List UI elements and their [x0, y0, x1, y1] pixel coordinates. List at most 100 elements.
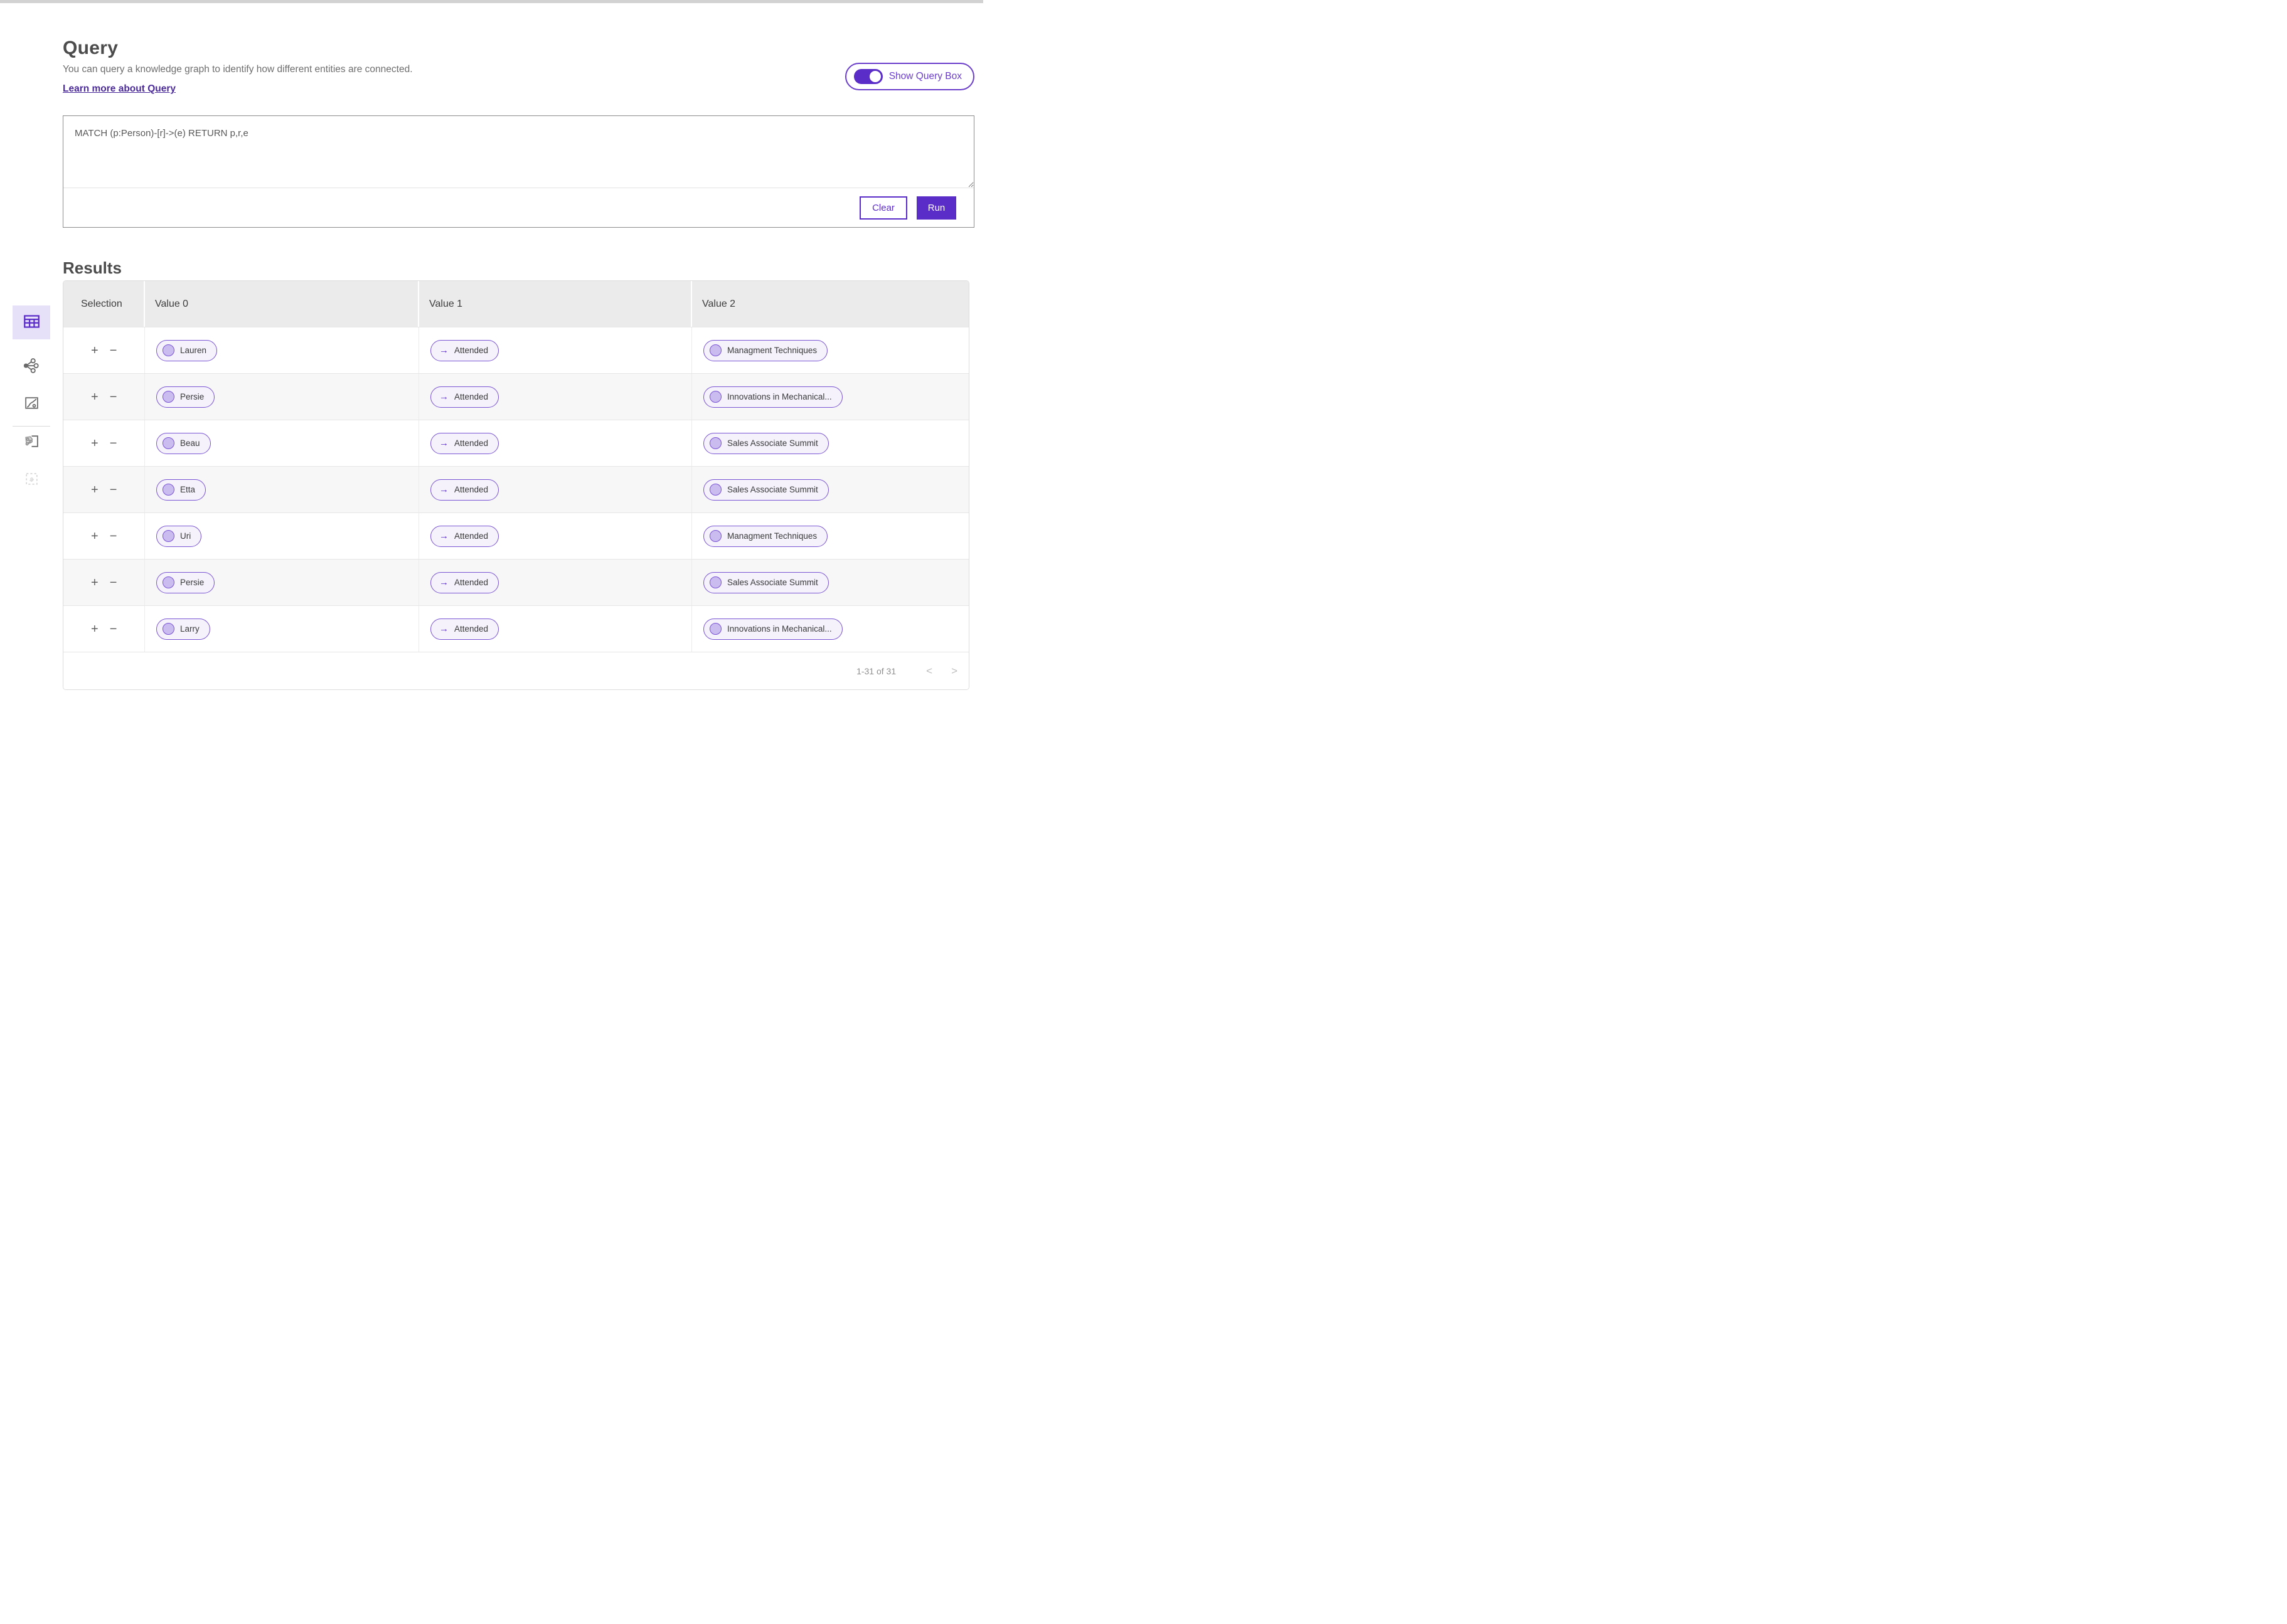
add-selection-button[interactable]: +: [91, 576, 99, 589]
node-pill-label: Lauren: [180, 346, 206, 355]
remove-selection-button[interactable]: −: [110, 484, 117, 496]
node-circle-icon: [710, 623, 722, 635]
table-pagination-bar: 1-31 of 31 < >: [63, 652, 969, 689]
remove-selection-button[interactable]: −: [110, 391, 117, 403]
chart-line-box-icon: [24, 395, 40, 413]
remove-selection-button[interactable]: −: [110, 576, 117, 589]
query-input[interactable]: MATCH (p:Person)-[r]->(e) RETURN p,r,e: [63, 116, 974, 188]
value0-cell: Etta: [145, 467, 419, 512]
show-query-box-toggle[interactable]: Show Query Box: [845, 63, 974, 90]
edge-pill-label: Attended: [454, 438, 488, 448]
node-pill[interactable]: Etta: [156, 479, 206, 501]
node-pill[interactable]: Sales Associate Summit: [703, 572, 829, 593]
node-pill[interactable]: Managment Techniques: [703, 340, 828, 361]
node-circle-icon: [710, 391, 722, 403]
arrow-right-icon: →: [439, 485, 449, 494]
edge-pill[interactable]: → Attended: [430, 618, 499, 640]
table-row: + − Lauren → Attended Managment Techniqu…: [63, 327, 969, 373]
node-pill[interactable]: Lauren: [156, 340, 217, 361]
graph-cluster-box-icon: [24, 433, 40, 451]
node-pill-label: Sales Associate Summit: [727, 485, 818, 494]
value0-cell: Uri: [145, 513, 419, 559]
edge-pill-label: Attended: [454, 346, 488, 355]
node-pill[interactable]: Uri: [156, 526, 201, 547]
node-circle-icon: [710, 484, 722, 496]
toggle-switch-on-icon[interactable]: [854, 69, 883, 84]
add-selection-button[interactable]: +: [91, 344, 99, 357]
learn-more-link[interactable]: Learn more about Query: [63, 83, 176, 95]
results-table: Selection Value 0 Value 1 Value 2 + − La…: [63, 280, 969, 690]
node-pill[interactable]: Managment Techniques: [703, 526, 828, 547]
arrow-right-icon: →: [439, 346, 449, 355]
edge-pill[interactable]: → Attended: [430, 526, 499, 547]
node-pill[interactable]: Innovations in Mechanical...: [703, 618, 843, 640]
table-row: + − Persie → Attended Innovations in Mec…: [63, 373, 969, 420]
add-selection-button[interactable]: +: [91, 391, 99, 403]
edge-pill[interactable]: → Attended: [430, 479, 499, 501]
node-pill-label: Innovations in Mechanical...: [727, 624, 832, 634]
edge-pill-label: Attended: [454, 485, 488, 494]
edge-pill[interactable]: → Attended: [430, 340, 499, 361]
node-circle-icon: [710, 530, 722, 542]
table-row: + − Uri → Attended Managment Techniques: [63, 512, 969, 559]
edge-pill[interactable]: → Attended: [430, 386, 499, 408]
node-pill-label: Persie: [180, 392, 204, 401]
table-row: + − Beau → Attended Sales Associate Summ…: [63, 420, 969, 466]
page-description: You can query a knowledge graph to ident…: [63, 64, 413, 75]
arrow-right-icon: →: [439, 531, 449, 541]
node-circle-icon: [710, 576, 722, 588]
add-selection-button[interactable]: +: [91, 484, 99, 496]
next-page-icon[interactable]: >: [951, 666, 957, 676]
node-circle-icon: [163, 344, 174, 356]
node-pill-label: Larry: [180, 624, 200, 634]
edge-pill[interactable]: → Attended: [430, 572, 499, 593]
clear-button[interactable]: Clear: [860, 196, 907, 220]
node-pill-label: Etta: [180, 485, 195, 494]
prev-page-icon[interactable]: <: [926, 666, 932, 676]
value2-cell: Sales Associate Summit: [692, 467, 969, 512]
add-selection-button[interactable]: +: [91, 623, 99, 635]
add-selection-button[interactable]: +: [91, 437, 99, 450]
remove-selection-button[interactable]: −: [110, 623, 117, 635]
node-pill[interactable]: Persie: [156, 386, 215, 408]
value1-cell: → Attended: [419, 513, 692, 559]
node-circle-icon: [163, 576, 174, 588]
table-view-button[interactable]: [13, 305, 50, 339]
node-pill[interactable]: Innovations in Mechanical...: [703, 386, 843, 408]
add-selection-button[interactable]: +: [91, 530, 99, 543]
node-pill-label: Innovations in Mechanical...: [727, 392, 832, 401]
value0-cell: Larry: [145, 606, 419, 652]
edge-pill[interactable]: → Attended: [430, 433, 499, 454]
table-row: + − Persie → Attended Sales Associate Su…: [63, 559, 969, 605]
edge-pill-label: Attended: [454, 392, 488, 401]
selection-cell: + −: [63, 374, 145, 420]
remove-selection-button[interactable]: −: [110, 344, 117, 357]
node-pill[interactable]: Sales Associate Summit: [703, 433, 829, 454]
node-pill[interactable]: Beau: [156, 433, 211, 454]
value1-cell: → Attended: [419, 327, 692, 373]
value2-cell: Managment Techniques: [692, 513, 969, 559]
graph-view-button[interactable]: [13, 352, 50, 381]
node-pill[interactable]: Larry: [156, 618, 210, 640]
column-header-value1: Value 1: [419, 281, 692, 327]
edge-pill-label: Attended: [454, 578, 488, 587]
node-pill-label: Persie: [180, 578, 204, 587]
value2-cell: Innovations in Mechanical...: [692, 374, 969, 420]
query-editor-container: MATCH (p:Person)-[r]->(e) RETURN p,r,e C…: [63, 115, 974, 228]
selection-cell: + −: [63, 467, 145, 512]
disabled-view-button: [13, 465, 50, 494]
rail-divider: [13, 426, 50, 427]
node-circle-icon: [163, 391, 174, 403]
node-pill[interactable]: Sales Associate Summit: [703, 479, 829, 501]
value1-cell: → Attended: [419, 420, 692, 466]
run-button[interactable]: Run: [917, 196, 956, 220]
window-top-divider: [0, 0, 983, 3]
graph-select-view-button[interactable]: [13, 428, 50, 457]
node-pill[interactable]: Persie: [156, 572, 215, 593]
query-action-bar: Clear Run: [63, 188, 974, 227]
chart-view-button[interactable]: [13, 390, 50, 418]
remove-selection-button[interactable]: −: [110, 530, 117, 543]
arrow-right-icon: →: [439, 578, 449, 587]
node-pill-label: Sales Associate Summit: [727, 438, 818, 448]
remove-selection-button[interactable]: −: [110, 437, 117, 450]
